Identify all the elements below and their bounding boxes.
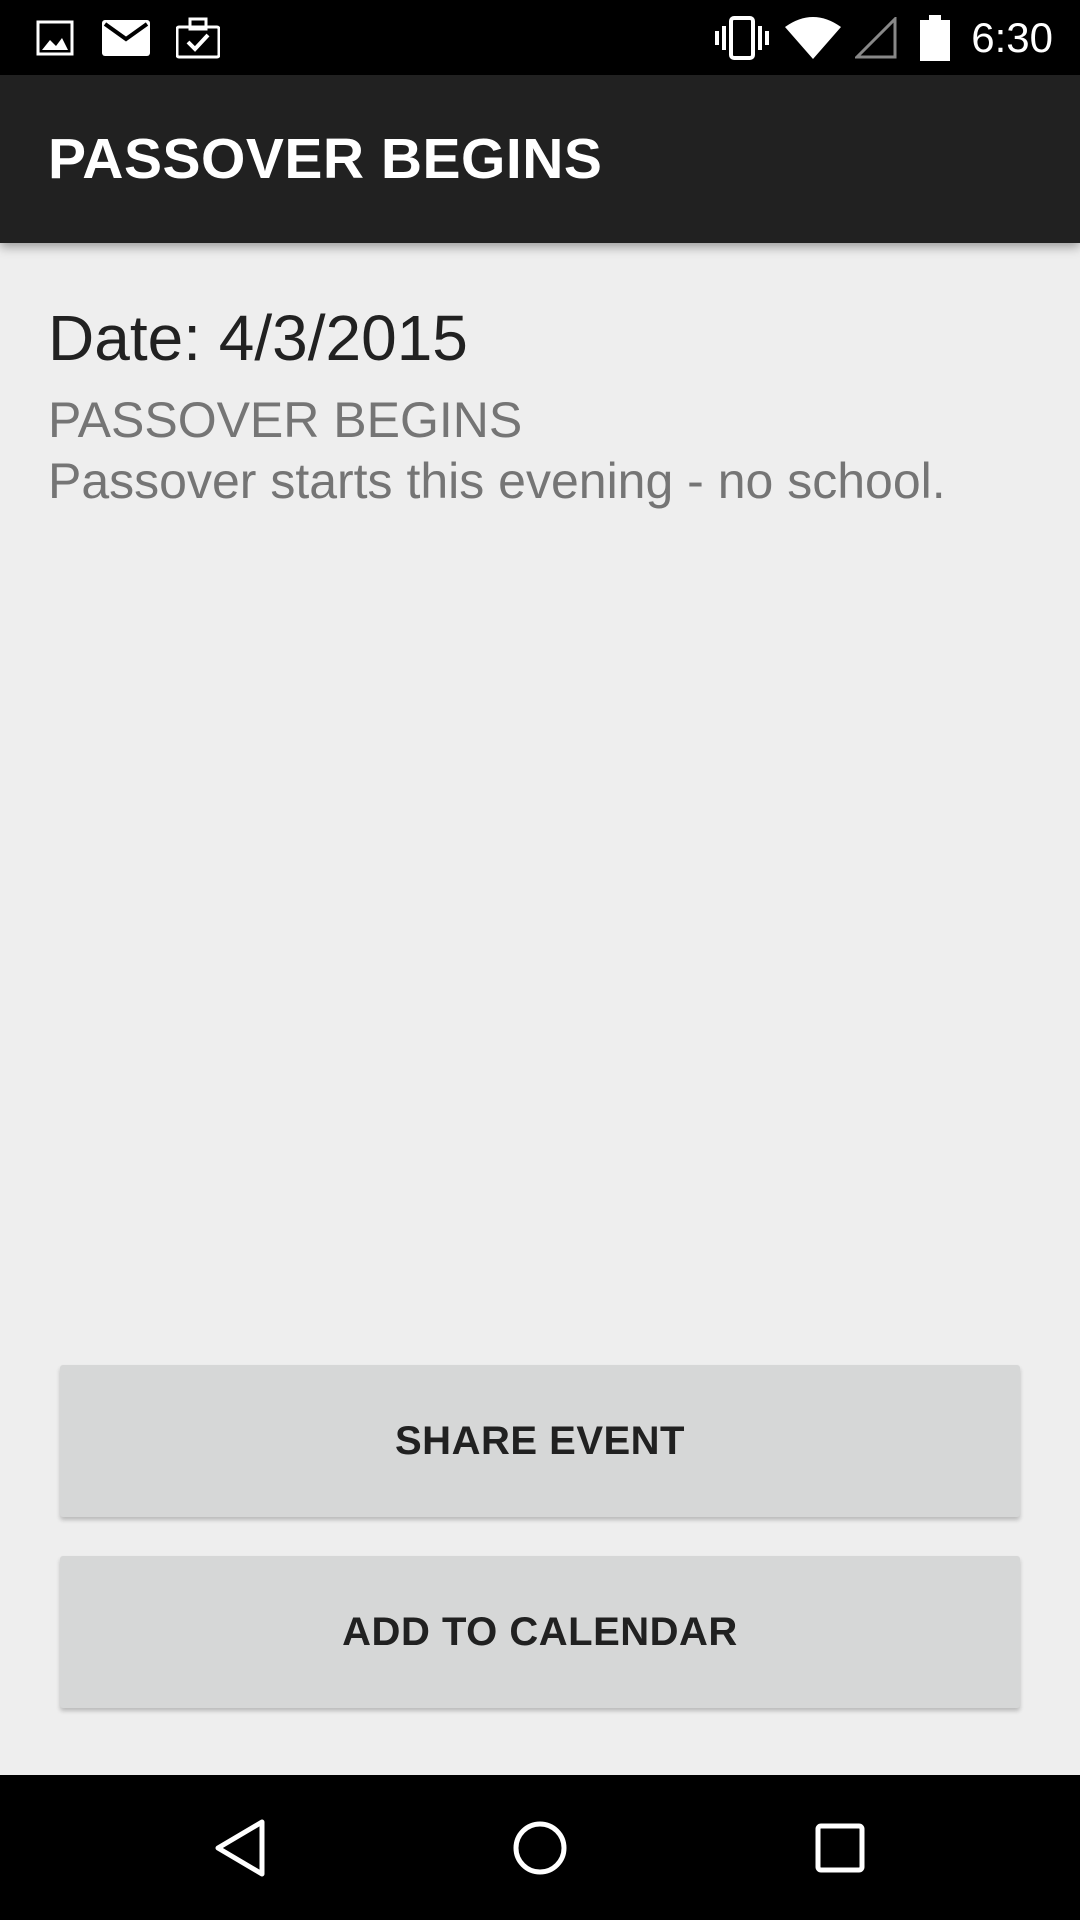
app-bar: PASSOVER BEGINS [0, 75, 1080, 243]
share-event-button[interactable]: SHARE EVENT [60, 1365, 1020, 1517]
mail-icon [102, 0, 150, 75]
event-title: PASSOVER BEGINS [48, 392, 523, 448]
recents-icon[interactable] [765, 1775, 915, 1920]
work-briefcase-icon [176, 0, 220, 75]
home-icon[interactable] [465, 1775, 615, 1920]
event-date: Date: 4/3/2015 [48, 302, 468, 374]
status-bar: 6:30 [0, 0, 1080, 75]
image-icon [36, 0, 74, 75]
wifi-icon [785, 0, 841, 75]
cell-signal-icon [855, 0, 897, 75]
navigation-bar [0, 1775, 1080, 1920]
battery-icon [920, 0, 950, 75]
status-time: 6:30 [971, 14, 1053, 61]
event-description: Passover starts this evening - no school… [48, 453, 946, 509]
page-title: PASSOVER BEGINS [48, 127, 603, 191]
add-to-calendar-button[interactable]: ADD TO CALENDAR [60, 1556, 1020, 1708]
back-icon[interactable] [165, 1775, 315, 1920]
vibrate-icon [714, 0, 770, 75]
